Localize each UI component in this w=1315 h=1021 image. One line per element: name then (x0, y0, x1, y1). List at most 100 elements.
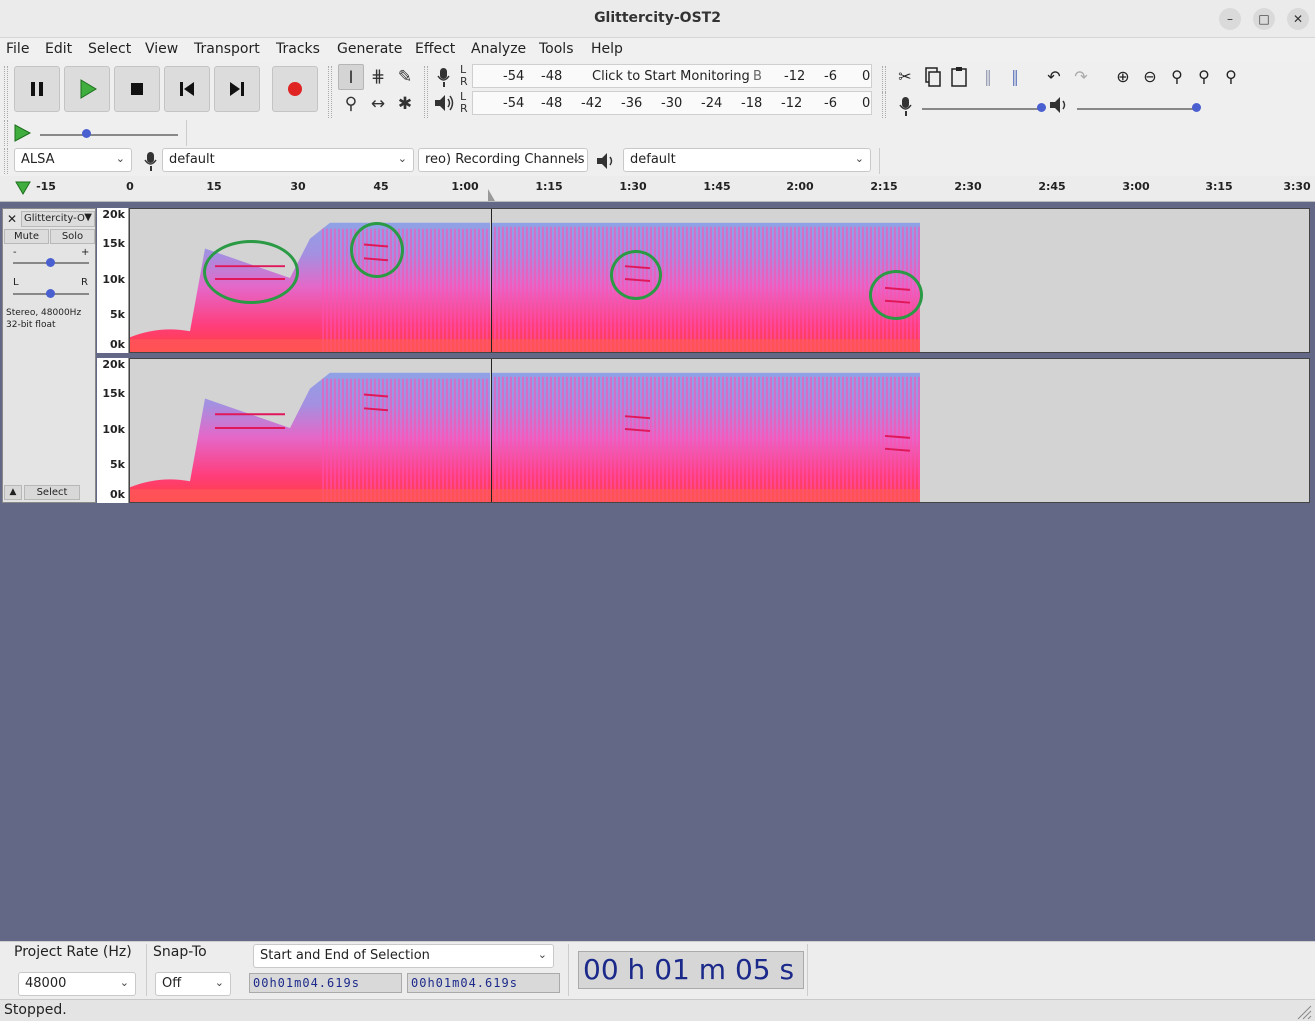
selection-mode-select[interactable]: Start and End of Selection ⌄ (253, 944, 554, 968)
solo-button[interactable]: Solo (50, 229, 95, 244)
recording-channels-value: reo) Recording Channels (425, 152, 585, 167)
minimize-button[interactable]: – (1219, 8, 1241, 30)
zoom-out-icon: ⊖ (1143, 67, 1157, 86)
menu-help[interactable]: Help (591, 41, 623, 57)
menu-transport[interactable]: Transport (194, 41, 260, 57)
record-button[interactable] (272, 66, 318, 112)
draw-tool[interactable]: ✎ (392, 64, 418, 90)
toolbar-grip[interactable] (4, 120, 8, 146)
selection-end-time[interactable]: 00h01m04.619s (407, 973, 560, 993)
recording-meter[interactable]: -54 -48 Click to Start Monitoring B -12 … (472, 64, 872, 88)
meter-tick: -12 (784, 69, 806, 84)
gain-minus-label: - (13, 247, 17, 258)
window-title: Glittercity-OST2 (594, 10, 721, 26)
menu-effect[interactable]: Effect (415, 41, 455, 57)
recording-volume-thumb[interactable] (1037, 103, 1046, 112)
annotation-circle (350, 222, 404, 278)
recording-device-select[interactable]: default ⌄ (162, 148, 414, 172)
recording-volume-slider[interactable] (922, 108, 1044, 110)
trim-button[interactable]: ‖ (976, 65, 1000, 89)
right-channel-spectrogram[interactable] (129, 358, 1310, 503)
resize-grip-icon[interactable] (1294, 1002, 1312, 1020)
undo-button[interactable]: ↶ (1042, 65, 1066, 89)
freq-label: 15k (102, 237, 125, 250)
fit-selection-button[interactable]: ⚲ (1165, 65, 1189, 89)
silence-button[interactable]: ‖ (1003, 65, 1027, 89)
left-channel-spectrogram[interactable] (129, 208, 1310, 353)
playback-device-select[interactable]: default ⌄ (623, 148, 871, 172)
menu-view[interactable]: View (145, 41, 178, 57)
pause-button[interactable] (14, 66, 60, 112)
toolbar-grip[interactable] (424, 66, 428, 118)
microphone-icon (144, 152, 157, 171)
recording-channels-select[interactable]: reo) Recording Channels ⌄ (418, 148, 588, 172)
skip-to-end-button[interactable] (214, 66, 260, 112)
toolbar-grip[interactable] (4, 66, 8, 118)
audio-position-display[interactable]: 00 h 01 m 05 s (578, 951, 804, 989)
status-bar: Stopped. (0, 999, 1315, 1021)
selection-mode-value: Start and End of Selection (260, 948, 430, 963)
multi-tool[interactable]: ✱ (392, 91, 418, 117)
audio-host-select[interactable]: ALSA ⌄ (14, 148, 132, 172)
play-at-speed-button[interactable] (12, 123, 32, 143)
pan-slider-thumb[interactable] (46, 289, 55, 298)
zoom-toggle-button[interactable]: ⚲ (1219, 65, 1243, 89)
paste-button[interactable] (947, 65, 971, 89)
undo-icon: ↶ (1047, 67, 1061, 86)
playback-speed-thumb[interactable] (82, 129, 91, 138)
speaker-icon[interactable] (433, 93, 455, 113)
cut-button[interactable]: ✂ (893, 65, 917, 89)
menu-edit[interactable]: Edit (45, 41, 72, 57)
redo-button[interactable]: ↷ (1069, 65, 1093, 89)
scissors-icon: ✂ (898, 67, 912, 86)
close-window-button[interactable]: ✕ (1287, 8, 1309, 30)
toolbar-grip[interactable] (882, 92, 886, 118)
meter-tick: -12 (781, 96, 803, 111)
track-name-menu[interactable]: Glittercity-O ▼ (21, 211, 95, 227)
playback-volume-thumb[interactable] (1192, 103, 1201, 112)
playback-volume-slider[interactable] (1077, 108, 1199, 110)
ruler-label: 2:45 (1038, 180, 1066, 193)
playback-meter[interactable]: -54 -48 -42 -36 -30 -24 -18 -12 -6 0 (472, 91, 872, 115)
menu-tools[interactable]: Tools (539, 41, 574, 57)
gain-slider-thumb[interactable] (46, 258, 55, 267)
microphone-icon[interactable] (435, 66, 453, 88)
selection-tool[interactable]: I (338, 64, 364, 90)
track-area[interactable]: ✕ Glittercity-O ▼ Mute Solo - + L R Stere… (0, 202, 1315, 941)
zoom-out-button[interactable]: ⊖ (1138, 65, 1162, 89)
collapse-track-button[interactable]: ▲ (4, 485, 22, 500)
project-rate-select[interactable]: 48000 ⌄ (18, 972, 136, 996)
copy-button[interactable] (920, 65, 944, 89)
selection-start-value: 00h01m04.619s (253, 976, 360, 990)
toolbar-grip[interactable] (328, 66, 332, 118)
select-track-button[interactable]: Select (24, 485, 80, 500)
snap-to-select[interactable]: Off ⌄ (155, 972, 231, 996)
menu-generate[interactable]: Generate (337, 41, 402, 57)
menu-file[interactable]: File (6, 41, 29, 57)
mute-button[interactable]: Mute (4, 229, 49, 244)
start-monitoring-prompt[interactable]: Click to Start Monitoring (592, 69, 750, 84)
playback-speed-slider[interactable] (40, 134, 178, 136)
menu-tracks[interactable]: Tracks (276, 41, 320, 57)
fit-project-button[interactable]: ⚲ (1192, 65, 1216, 89)
toolbar-grip[interactable] (4, 148, 8, 174)
zoom-tool[interactable]: ⚲ (338, 91, 364, 117)
menu-analyze[interactable]: Analyze (471, 41, 526, 57)
record-icon (288, 82, 302, 96)
zoom-in-icon: ⊕ (1116, 67, 1130, 86)
track-format: Stereo, 48000Hz (6, 308, 82, 318)
ruler-label: 1:45 (703, 180, 731, 193)
play-button[interactable] (64, 66, 110, 112)
timeline-ruler[interactable]: -15 0 15 30 45 1:00 1:15 1:30 1:45 2:00 … (0, 176, 1315, 202)
selection-start-time[interactable]: 00h01m04.619s (249, 973, 402, 993)
time-shift-tool[interactable]: ↔ (365, 91, 391, 117)
skip-to-start-button[interactable] (164, 66, 210, 112)
playhead-marker-icon[interactable] (486, 188, 496, 202)
maximize-button[interactable]: □ (1253, 8, 1275, 30)
envelope-tool[interactable]: ⋕ (365, 64, 391, 90)
menu-select[interactable]: Select (88, 41, 131, 57)
stop-button[interactable] (114, 66, 160, 112)
zoom-in-button[interactable]: ⊕ (1111, 65, 1135, 89)
pin-head-icon[interactable] (15, 181, 31, 195)
close-track-button[interactable]: ✕ (5, 212, 19, 226)
